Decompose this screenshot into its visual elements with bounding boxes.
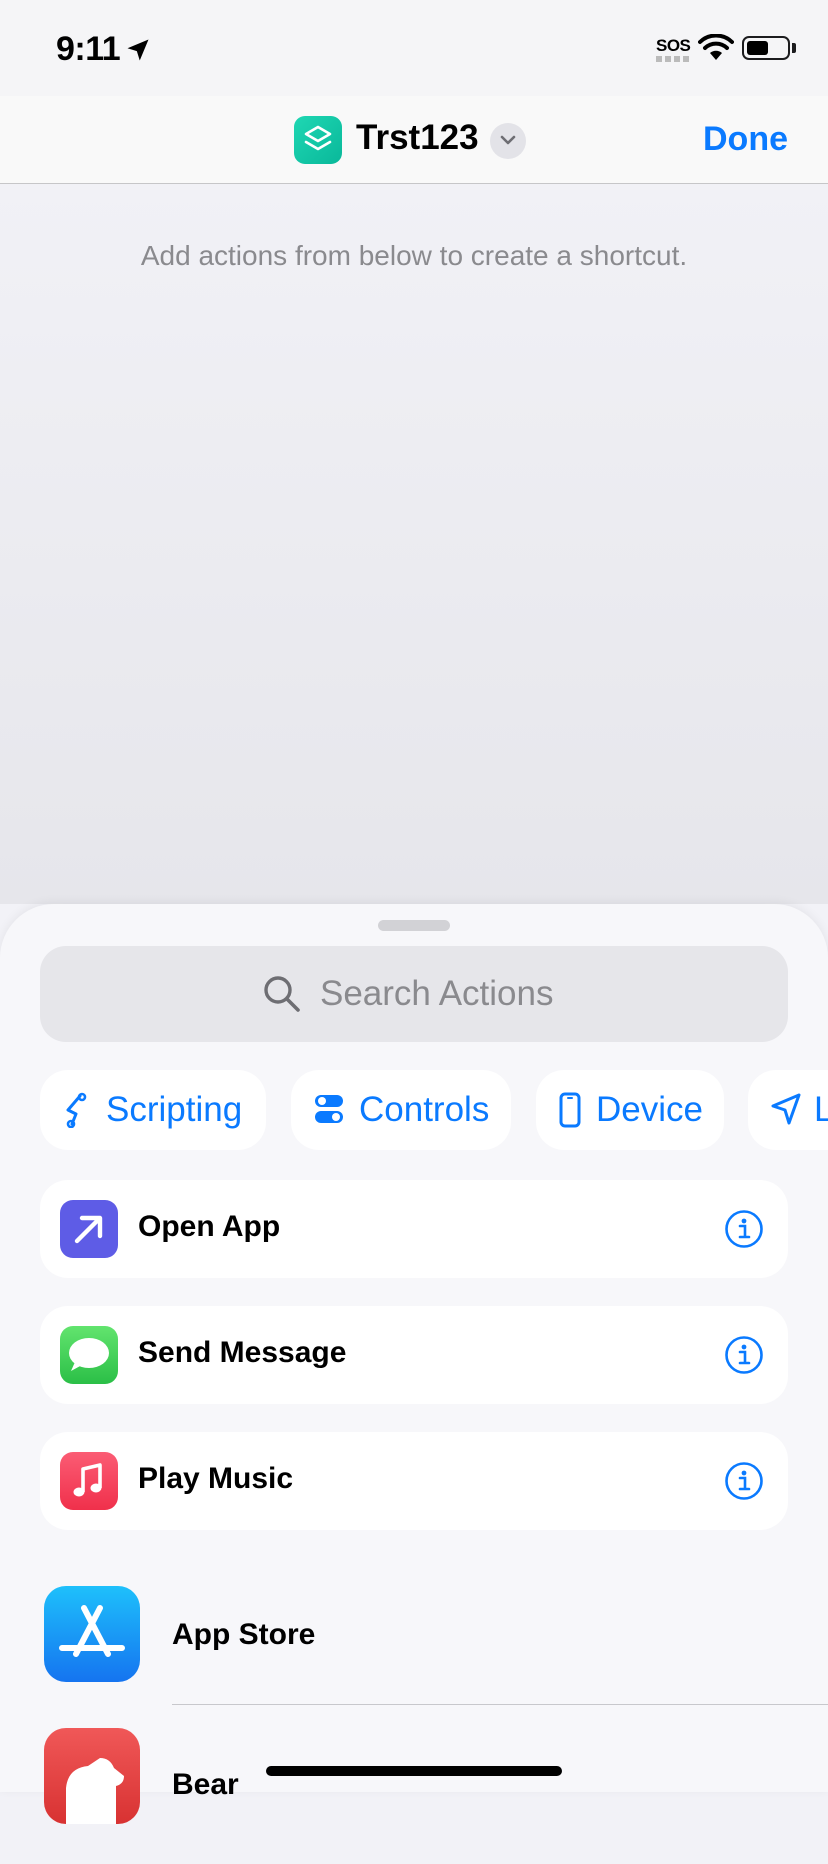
status-bar: 9:11 SOS xyxy=(0,0,828,96)
action-play-music[interactable]: Play Music xyxy=(40,1432,788,1530)
chevron-down-icon xyxy=(500,135,516,145)
action-label: Send Message xyxy=(138,1336,347,1369)
list-divider xyxy=(172,1704,828,1705)
sheet-grabber[interactable] xyxy=(378,920,450,931)
category-chip-label: L xyxy=(814,1090,828,1129)
category-chip-location[interactable]: L xyxy=(748,1070,828,1150)
action-open-app[interactable]: Open App xyxy=(40,1180,788,1278)
category-chips: Scripting Controls Device L xyxy=(40,1070,828,1150)
bear-icon xyxy=(44,1728,140,1824)
battery-cap xyxy=(792,43,796,53)
app-name: Bear xyxy=(172,1768,239,1801)
category-chip-label: Device xyxy=(596,1090,703,1129)
category-chip-scripting[interactable]: Scripting xyxy=(40,1070,266,1150)
battery-fill xyxy=(747,41,768,55)
device-icon xyxy=(559,1092,581,1128)
home-indicator[interactable] xyxy=(266,1766,562,1776)
category-chip-label: Scripting xyxy=(106,1090,243,1129)
status-time: 9:11 xyxy=(56,30,121,68)
battery-icon xyxy=(742,36,790,60)
wifi-icon xyxy=(698,34,734,60)
category-chip-label: Controls xyxy=(359,1090,490,1129)
controls-icon xyxy=(315,1095,343,1123)
bear-glyph-icon xyxy=(66,1758,124,1824)
arrow-up-right-icon xyxy=(74,1215,103,1244)
sos-indicator: SOS xyxy=(656,36,691,55)
done-button[interactable]: Done xyxy=(703,120,788,159)
shortcuts-glyph-icon xyxy=(304,125,332,151)
signal-dots xyxy=(656,56,690,62)
messages-icon xyxy=(60,1326,118,1384)
category-chip-controls[interactable]: Controls xyxy=(291,1070,511,1150)
search-icon xyxy=(264,976,300,1012)
open-app-icon xyxy=(60,1200,118,1258)
shortcut-editor: Add actions from below to create a short… xyxy=(0,184,828,904)
search-field[interactable] xyxy=(40,946,788,1042)
action-label: Open App xyxy=(138,1210,281,1243)
search-input[interactable] xyxy=(320,964,740,1024)
info-icon[interactable] xyxy=(724,1335,764,1375)
action-send-message[interactable]: Send Message xyxy=(40,1306,788,1404)
info-icon[interactable] xyxy=(724,1209,764,1249)
action-label: Play Music xyxy=(138,1462,294,1495)
empty-state-hint: Add actions from below to create a short… xyxy=(140,240,688,271)
music-note-icon xyxy=(73,1463,102,1497)
app-store-icon xyxy=(44,1586,140,1682)
app-row-app-store[interactable]: App Store xyxy=(0,1576,828,1720)
speech-bubble-icon xyxy=(69,1338,109,1371)
app-store-glyph-icon xyxy=(59,1605,125,1657)
category-chip-device[interactable]: Device xyxy=(536,1070,724,1150)
location-arrow-icon xyxy=(127,39,149,61)
app-row-bear[interactable]: Bear xyxy=(0,1720,828,1864)
shortcuts-app-icon[interactable] xyxy=(294,116,342,164)
location-icon xyxy=(771,1093,801,1125)
shortcut-title[interactable]: Trst123 xyxy=(356,118,479,158)
nav-bar: Trst123 Done xyxy=(0,96,828,184)
actions-sheet: Scripting Controls Device L xyxy=(0,904,828,1824)
scripting-icon xyxy=(66,1092,87,1128)
info-icon[interactable] xyxy=(724,1461,764,1501)
music-icon xyxy=(60,1452,118,1510)
title-menu-button[interactable] xyxy=(490,123,526,159)
app-name: App Store xyxy=(172,1618,316,1651)
